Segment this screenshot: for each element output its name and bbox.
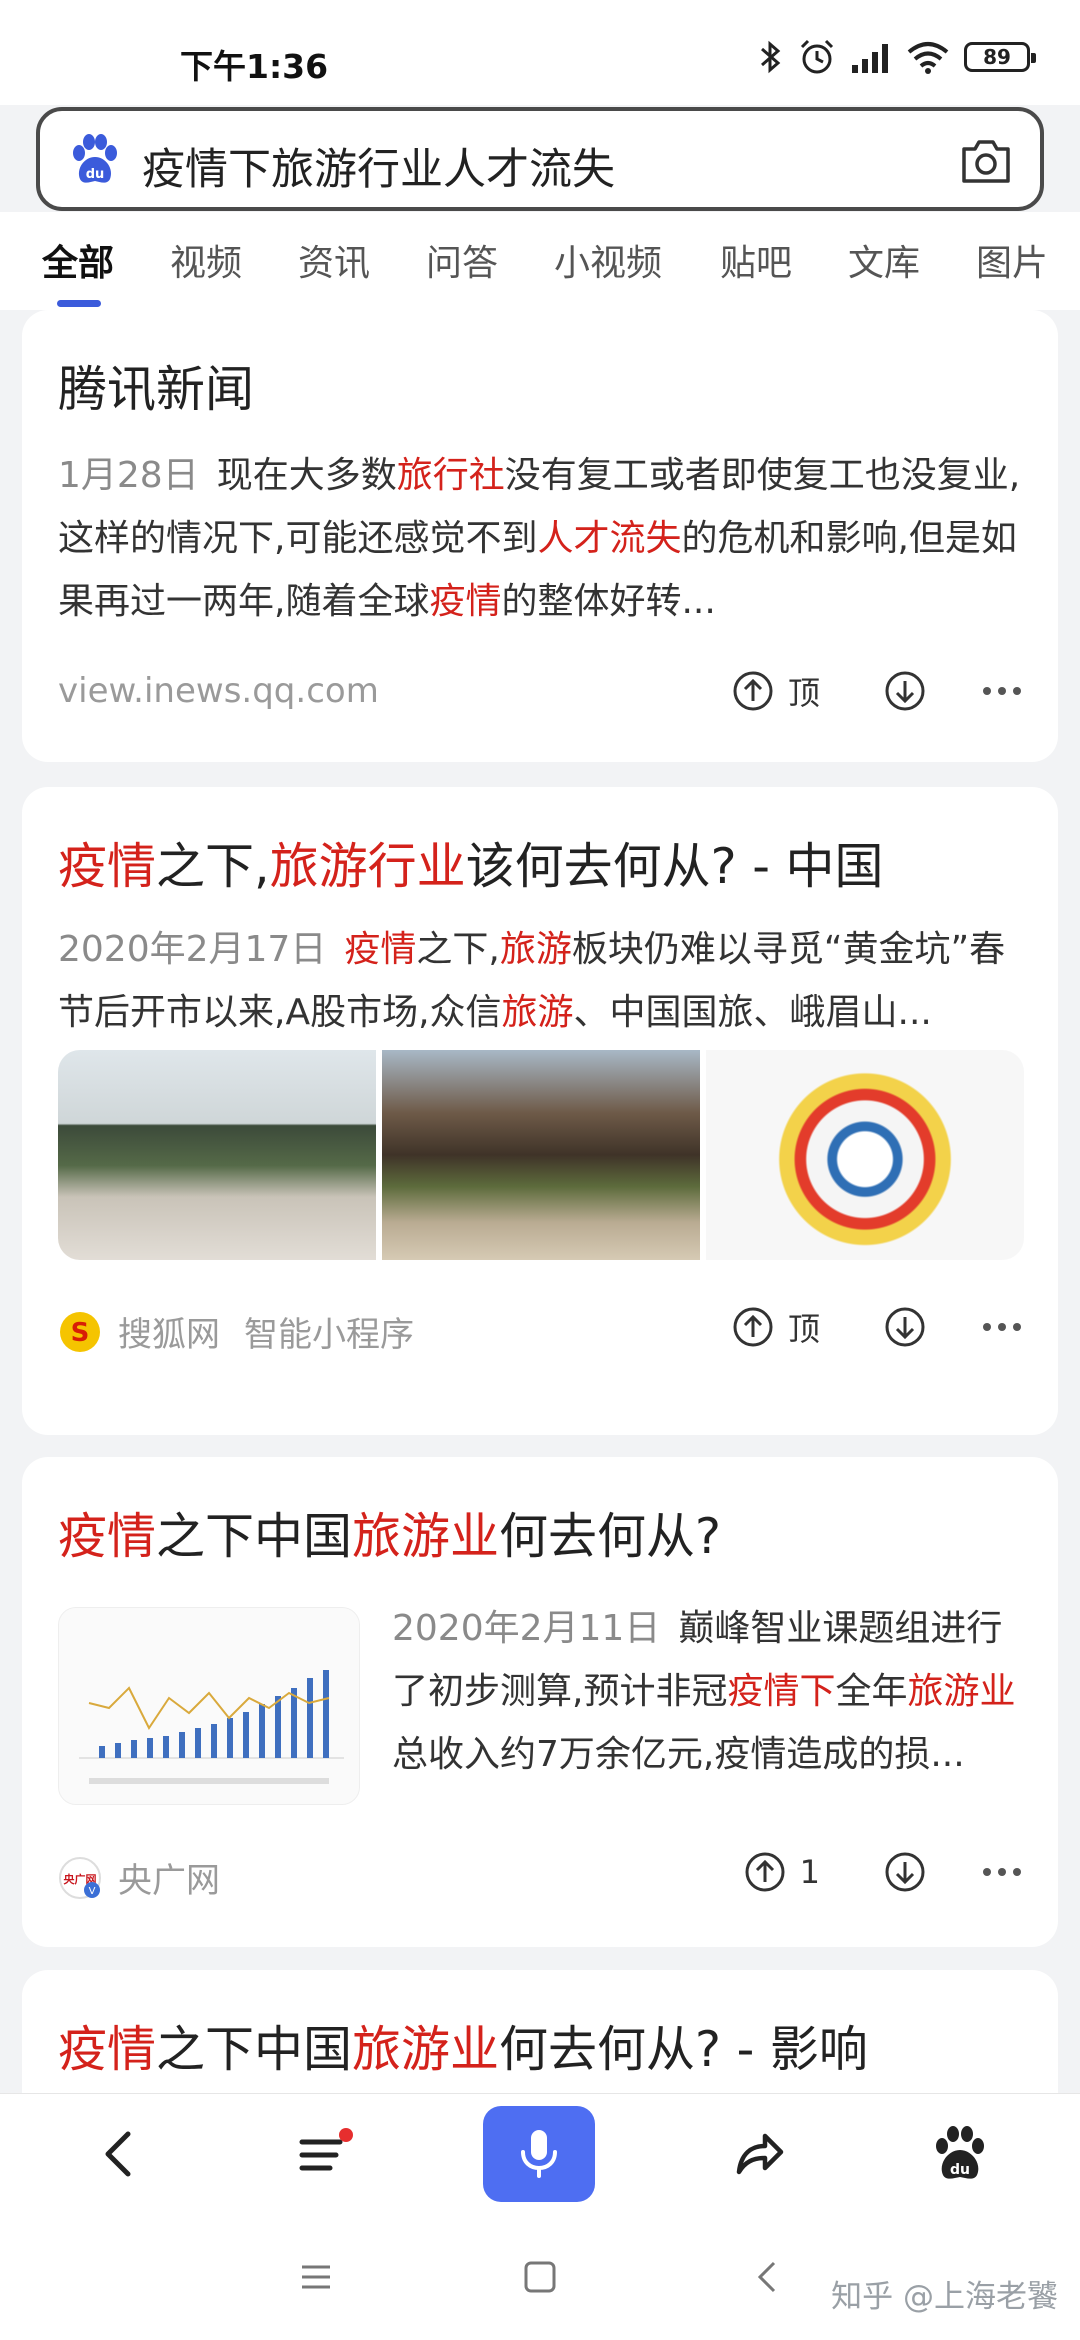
bottom-toolbar: du	[0, 2093, 1080, 2213]
result-date: 1月28日	[58, 455, 199, 496]
system-back-icon[interactable]	[748, 2257, 788, 2297]
sohu-logo-icon: S	[60, 1311, 100, 1352]
home-icon[interactable]	[520, 2257, 560, 2297]
watermark: 知乎 @上海老饕	[831, 2279, 1058, 2315]
signal-icon	[852, 44, 888, 73]
tab-video[interactable]: 视频	[170, 234, 242, 286]
system-navigation-bar: 知乎 @上海老饕	[0, 2213, 1080, 2340]
result-source[interactable]: 央广网 V 央广网	[58, 1853, 220, 1902]
result-actions: 1	[744, 1851, 1022, 1893]
result-abstract: 2020年2月11日 巅峰智业课题组进行了初步测算,预计非冠疫情下全年旅游业总收入…	[392, 1608, 1016, 1775]
arrow-up-circle-icon	[733, 1307, 773, 1347]
result-image-village[interactable]	[382, 1050, 700, 1260]
status-bar: 下午1:36 89	[0, 0, 1080, 105]
result-title[interactable]: 疫情之下中国旅游业何去何从?	[58, 1497, 721, 1568]
camera-icon[interactable]	[960, 137, 1012, 185]
active-tab-indicator	[57, 300, 101, 307]
result-image-courtyard[interactable]	[58, 1050, 376, 1260]
tab-news[interactable]: 资讯	[298, 234, 370, 286]
result-title[interactable]: 疫情之下,旅游行业该何去何从? - 中国	[58, 827, 883, 898]
more-icon[interactable]	[982, 686, 1022, 696]
result-thumbnail-chart-image[interactable]	[58, 1607, 360, 1805]
search-box[interactable]: du 疫情下旅游行业人才流失	[36, 107, 1044, 211]
menu-icon[interactable]	[292, 2122, 356, 2186]
result-image-strip[interactable]	[58, 1050, 1024, 1260]
result-card-1[interactable]: 腾讯新闻 1月28日 现在大多数旅行社没有复工或者即使复工也没复业,这样的情况下,…	[22, 310, 1058, 762]
recent-apps-icon[interactable]	[296, 2259, 336, 2295]
back-icon[interactable]	[88, 2122, 152, 2186]
result-title[interactable]: 疫情之下中国旅游业何去何从? - 影响	[58, 2010, 868, 2081]
tab-wenku[interactable]: 文库	[848, 234, 920, 286]
baidu-home-icon[interactable]: du	[928, 2122, 992, 2186]
share-icon[interactable]	[727, 2122, 791, 2186]
result-abstract: 1月28日 现在大多数旅行社没有复工或者即使复工也没复业,这样的情况下,可能还感觉…	[58, 455, 1021, 622]
result-source[interactable]: S 搜狐网 智能小程序	[58, 1307, 414, 1356]
result-actions: 顶	[732, 1304, 1022, 1350]
bluetooth-icon	[761, 40, 781, 74]
arrow-down-circle-icon	[885, 1852, 925, 1892]
tab-all[interactable]: 全部	[42, 234, 114, 286]
upvote-button[interactable]: 顶	[732, 668, 820, 714]
microphone-icon	[521, 2130, 557, 2178]
tab-short-video[interactable]: 小视频	[554, 234, 662, 286]
svg-text:V: V	[89, 1886, 96, 1897]
thumbnail-image	[59, 1608, 359, 1804]
alarm-icon	[800, 39, 834, 74]
arrow-down-circle-icon	[885, 1307, 925, 1347]
status-icons: 89	[758, 38, 1036, 76]
downvote-button[interactable]	[884, 1851, 926, 1893]
cnr-logo-icon: 央广网V	[59, 1856, 101, 1899]
svg-text:du: du	[86, 167, 105, 182]
result-abstract: 2020年2月17日 疫情之下,旅游板块仍难以寻觅“黄金坑”春节后开市以来,A股市…	[58, 929, 1006, 1033]
status-time: 下午1:36	[180, 47, 329, 86]
result-actions: 顶	[732, 668, 1022, 714]
arrow-down-circle-icon	[885, 671, 925, 711]
upvote-button[interactable]: 顶	[732, 1304, 820, 1350]
tab-qa[interactable]: 问答	[426, 234, 498, 286]
arrow-up-circle-icon	[745, 1852, 785, 1892]
svg-text:du: du	[950, 2162, 970, 2178]
result-source-url[interactable]: view.inews.qq.com	[58, 671, 379, 711]
result-image-travel-collage[interactable]	[706, 1050, 1024, 1260]
more-icon[interactable]	[982, 1322, 1022, 1332]
battery-indicator: 89	[964, 42, 1036, 72]
result-date: 2020年2月17日	[58, 929, 327, 970]
result-card-2[interactable]: 疫情之下,旅游行业该何去何从? - 中国 2020年2月17日 疫情之下,旅游板块…	[22, 787, 1058, 1435]
tab-tieba[interactable]: 贴吧	[720, 234, 792, 286]
more-icon[interactable]	[982, 1867, 1022, 1877]
arrow-up-circle-icon	[733, 671, 773, 711]
svg-text:S: S	[71, 1318, 90, 1348]
tab-images[interactable]: 图片	[976, 234, 1048, 286]
voice-search-button[interactable]	[483, 2106, 595, 2202]
upvote-button[interactable]: 1	[744, 1851, 820, 1893]
baidu-logo-icon: du	[73, 134, 117, 183]
downvote-button[interactable]	[884, 1306, 926, 1348]
result-card-3[interactable]: 疫情之下中国旅游业何去何从? 2020年2月11日 巅峰智业课题组进行了初步测算,…	[22, 1457, 1058, 1947]
downvote-button[interactable]	[884, 670, 926, 712]
search-query[interactable]: 疫情下旅游行业人才流失	[142, 135, 615, 197]
search-tabs: 全部 视频 资讯 问答 小视频 贴吧 文库 图片	[0, 212, 1080, 310]
result-title[interactable]: 腾讯新闻	[58, 350, 254, 421]
result-date: 2020年2月11日	[392, 1608, 661, 1649]
wifi-icon	[907, 42, 949, 74]
